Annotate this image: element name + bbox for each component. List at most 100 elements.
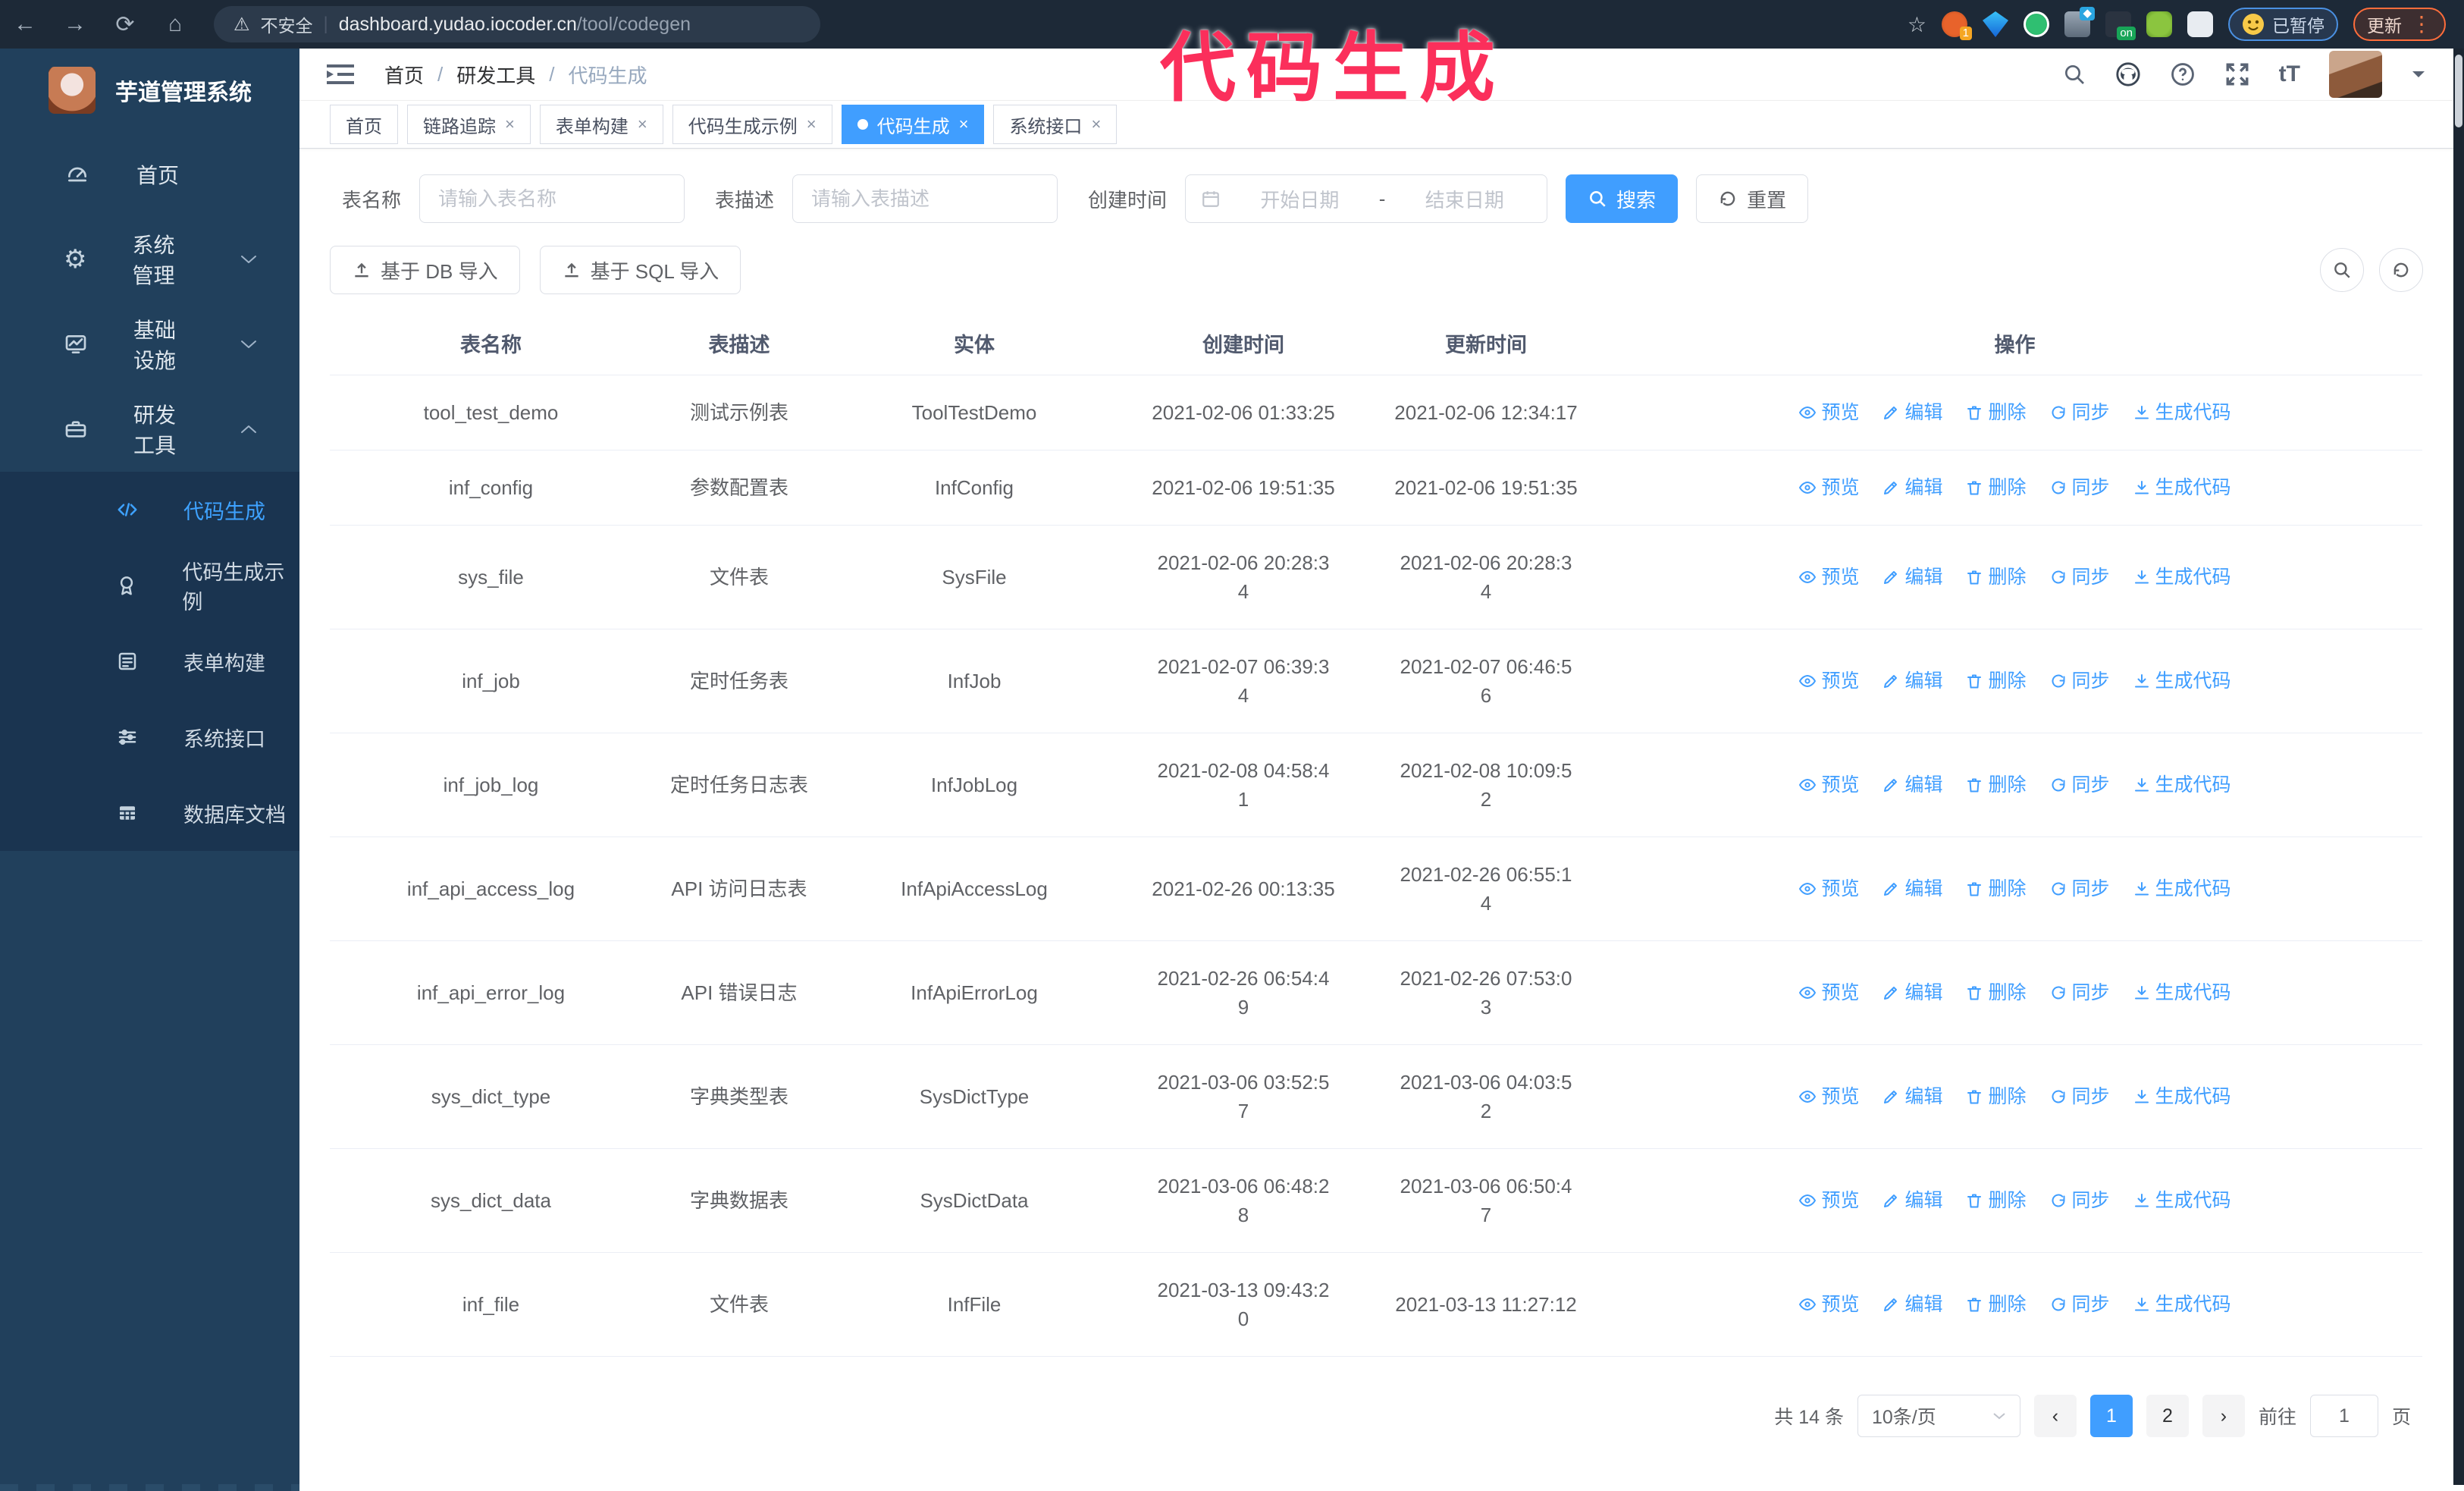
action-link-0[interactable]: 预览 [1798, 1290, 1859, 1319]
action-link-2[interactable]: 删除 [1965, 1082, 2027, 1111]
import-db-button[interactable]: 基于 DB 导入 [330, 246, 520, 294]
action-link-0[interactable]: 预览 [1798, 667, 1859, 695]
breadcrumb-home[interactable]: 首页 [384, 61, 424, 89]
action-link-1[interactable]: 编辑 [1882, 978, 1942, 1007]
action-link-2[interactable]: 删除 [1965, 1290, 2027, 1319]
tab-4[interactable]: 代码生成 × [841, 105, 985, 144]
action-link-3[interactable]: 同步 [2049, 1290, 2110, 1319]
close-tab-icon[interactable]: × [505, 115, 515, 134]
extension-icon-orange[interactable]: 1 [1942, 11, 1972, 40]
horizontal-scrollbar[interactable] [0, 1484, 299, 1491]
action-link-3[interactable]: 同步 [2049, 1186, 2110, 1215]
action-link-1[interactable]: 编辑 [1882, 771, 1942, 799]
page-button-2[interactable]: 2 [2146, 1395, 2189, 1437]
import-sql-button[interactable]: 基于 SQL 导入 [539, 246, 741, 294]
home-icon[interactable]: ⌂ [150, 11, 200, 37]
action-link-2[interactable]: 删除 [1965, 874, 2027, 903]
extension-icon-bot[interactable] [2146, 11, 2172, 37]
search-button[interactable]: 搜索 [1566, 174, 1679, 223]
puzzle-icon[interactable] [2187, 11, 2213, 37]
action-link-0[interactable]: 预览 [1798, 1082, 1859, 1111]
action-link-2[interactable]: 删除 [1965, 978, 2027, 1007]
generate-code-link[interactable]: 生成代码 [2133, 398, 2231, 427]
generate-code-link[interactable]: 生成代码 [2133, 978, 2231, 1007]
close-tab-icon[interactable]: × [959, 115, 969, 134]
user-avatar[interactable] [2329, 51, 2382, 98]
action-link-2[interactable]: 删除 [1965, 398, 2027, 427]
page-button-1[interactable]: 1 [2089, 1395, 2133, 1437]
sidebar-item-0[interactable]: 首页 [0, 132, 299, 217]
hamburger-icon[interactable] [327, 63, 354, 86]
action-link-2[interactable]: 删除 [1965, 667, 2027, 695]
extension-icon-green-check[interactable] [2024, 11, 2049, 37]
action-link-1[interactable]: 编辑 [1882, 563, 1942, 592]
sidebar-item-2[interactable]: 基础设施 [0, 302, 299, 387]
fullscreen-icon[interactable] [2224, 61, 2250, 87]
extension-icon-on[interactable]: on [2105, 11, 2136, 40]
prev-page-button[interactable]: ‹ [2033, 1395, 2077, 1437]
generate-code-link[interactable]: 生成代码 [2133, 563, 2231, 592]
search-icon[interactable] [2062, 62, 2086, 86]
tab-3[interactable]: 代码生成示例 × [672, 105, 832, 144]
action-link-2[interactable]: 删除 [1965, 771, 2027, 799]
sidebar-subitem-4[interactable]: 数据库文档 [0, 775, 299, 851]
generate-code-link[interactable]: 生成代码 [2133, 771, 2231, 799]
breadcrumb-tools[interactable]: 研发工具 [456, 61, 535, 89]
bookmark-star-icon[interactable]: ☆ [1908, 12, 1926, 37]
tab-0[interactable]: 首页 [330, 105, 398, 144]
action-link-0[interactable]: 预览 [1798, 473, 1859, 502]
sidebar-subitem-2[interactable]: 表单构建 [0, 623, 299, 699]
address-bar[interactable]: ⚠ 不安全 | dashboard.yudao.iocoder.cn/tool/… [214, 6, 820, 42]
action-link-2[interactable]: 删除 [1965, 563, 2027, 592]
tab-1[interactable]: 链路追踪 × [407, 105, 531, 144]
generate-code-link[interactable]: 生成代码 [2133, 667, 2231, 695]
close-tab-icon[interactable]: × [807, 115, 817, 134]
action-link-3[interactable]: 同步 [2049, 874, 2110, 903]
reset-button[interactable]: 重置 [1696, 174, 1809, 223]
date-range-picker[interactable]: 开始日期 - 结束日期 [1185, 174, 1548, 223]
reload-icon[interactable]: ⟳ [100, 11, 150, 38]
toggle-search-button[interactable] [2320, 248, 2364, 292]
browser-menu-icon[interactable]: ⋮ [2411, 14, 2432, 35]
app-logo[interactable]: 芋道管理系统 [0, 49, 299, 132]
back-icon[interactable]: ← [0, 11, 50, 37]
scrollbar-thumb[interactable] [2455, 55, 2462, 127]
sidebar-item-1[interactable]: ⚙ 系统管理 [0, 217, 299, 302]
refresh-button[interactable] [2379, 248, 2423, 292]
action-link-0[interactable]: 预览 [1798, 398, 1859, 427]
goto-page-input[interactable] [2309, 1395, 2378, 1437]
help-icon[interactable] [2170, 61, 2196, 87]
action-link-1[interactable]: 编辑 [1882, 1082, 1942, 1111]
close-tab-icon[interactable]: × [1091, 115, 1101, 134]
vertical-scrollbar[interactable] [2453, 49, 2464, 1485]
generate-code-link[interactable]: 生成代码 [2133, 1082, 2231, 1111]
table-name-input[interactable] [419, 174, 685, 223]
action-link-1[interactable]: 编辑 [1882, 667, 1942, 695]
action-link-3[interactable]: 同步 [2049, 771, 2110, 799]
sidebar-subitem-3[interactable]: 系统接口 [0, 699, 299, 775]
generate-code-link[interactable]: 生成代码 [2133, 874, 2231, 903]
start-date-placeholder[interactable]: 开始日期 [1233, 185, 1367, 213]
page-size-select[interactable]: 10条/页 [1857, 1395, 2020, 1437]
action-link-1[interactable]: 编辑 [1882, 1186, 1942, 1215]
action-link-1[interactable]: 编辑 [1882, 473, 1942, 502]
update-button[interactable]: 更新 ⋮ [2353, 8, 2446, 41]
action-link-3[interactable]: 同步 [2049, 563, 2110, 592]
extension-icon-grid[interactable]: ◆ [2064, 7, 2095, 37]
action-link-3[interactable]: 同步 [2049, 667, 2110, 695]
forward-icon[interactable]: → [50, 11, 100, 37]
sidebar-item-3[interactable]: 研发工具 [0, 387, 299, 472]
sidebar-subitem-0[interactable]: 代码生成 [0, 472, 299, 548]
action-link-2[interactable]: 删除 [1965, 1186, 2027, 1215]
action-link-3[interactable]: 同步 [2049, 978, 2110, 1007]
action-link-1[interactable]: 编辑 [1882, 874, 1942, 903]
action-link-3[interactable]: 同步 [2049, 398, 2110, 427]
font-size-icon[interactable]: tT [2279, 61, 2300, 87]
paused-badge[interactable]: 已暂停 [2228, 8, 2338, 41]
action-link-3[interactable]: 同步 [2049, 1082, 2110, 1111]
action-link-0[interactable]: 预览 [1798, 771, 1859, 799]
action-link-3[interactable]: 同步 [2049, 473, 2110, 502]
github-icon[interactable] [2115, 61, 2141, 87]
generate-code-link[interactable]: 生成代码 [2133, 473, 2231, 502]
tab-5[interactable]: 系统接口 × [993, 105, 1118, 144]
